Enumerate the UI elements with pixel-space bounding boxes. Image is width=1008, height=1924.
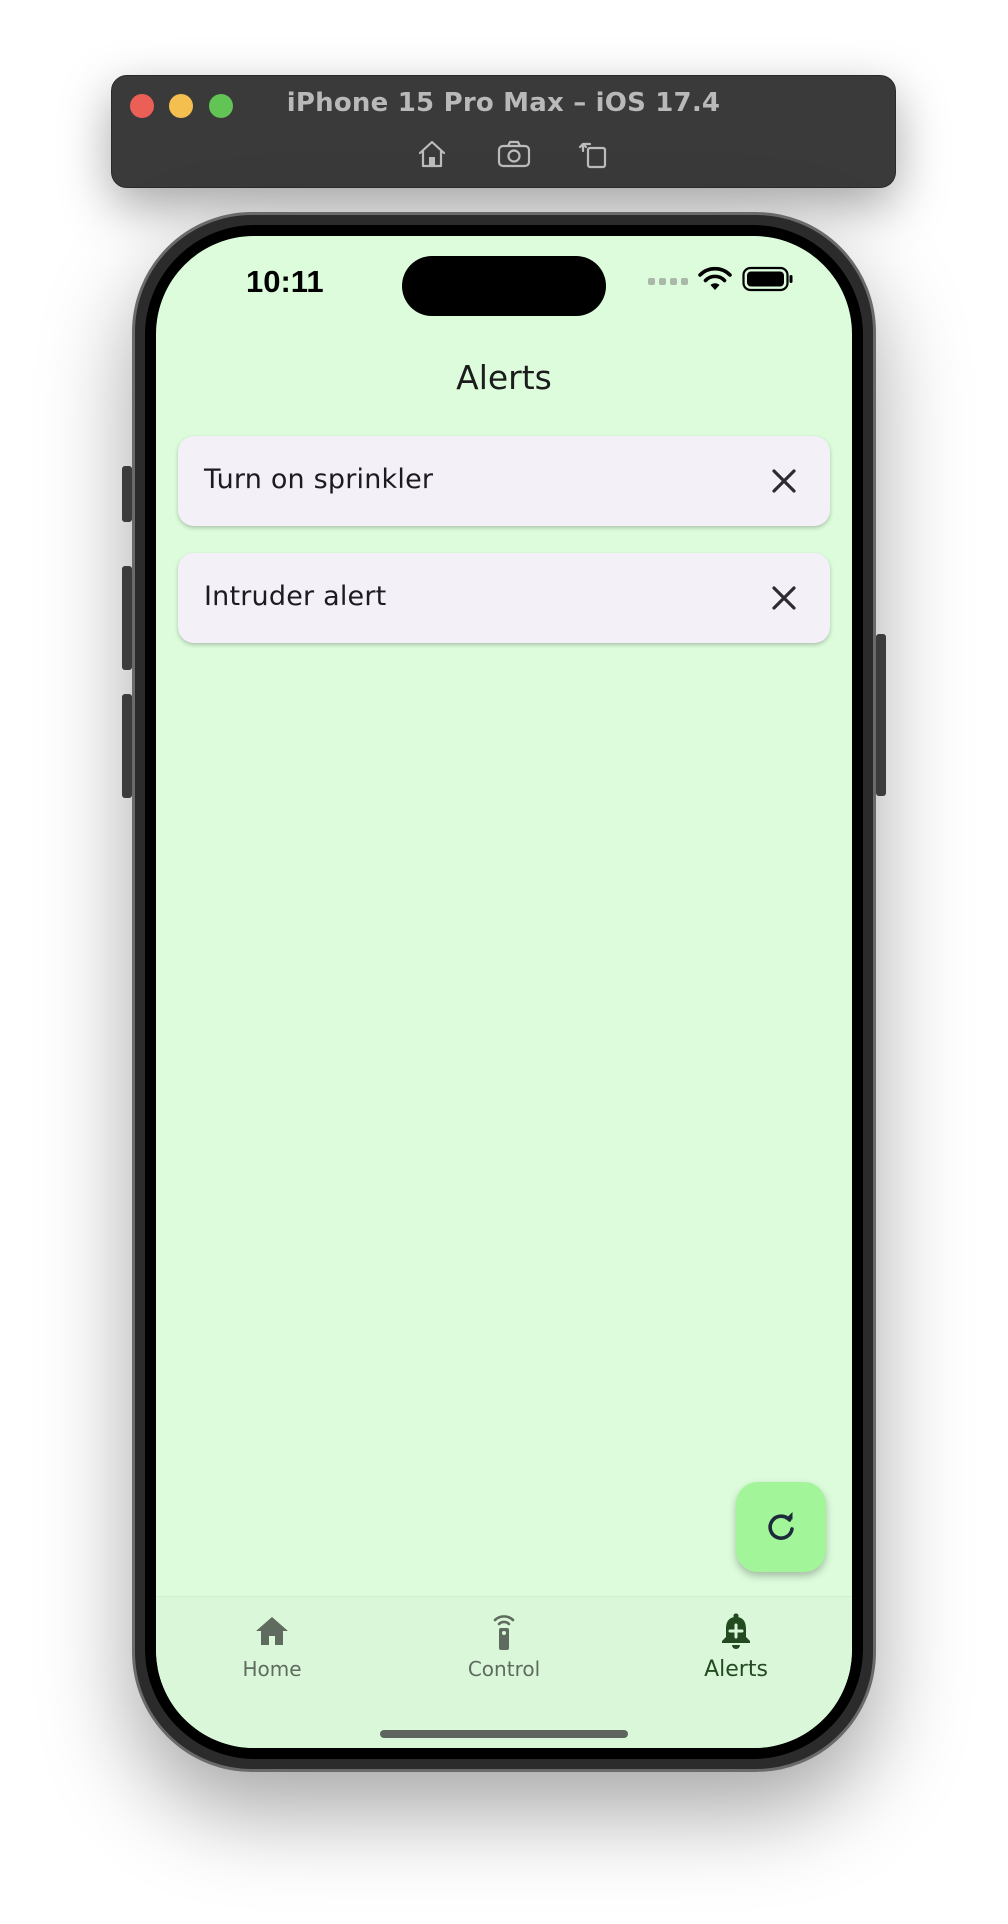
refresh-fab[interactable] <box>736 1482 826 1572</box>
device-screen: 10:11 Alerts Turn on sprinkler Intruder … <box>156 236 852 1748</box>
battery-icon <box>742 266 794 297</box>
alert-label: Intruder alert <box>204 581 387 612</box>
dismiss-alert-button[interactable] <box>766 463 802 499</box>
nav-item-control[interactable]: Control <box>424 1611 584 1695</box>
alert-card[interactable]: Turn on sprinkler <box>178 436 830 526</box>
status-time: 10:11 <box>246 264 324 299</box>
nav-item-alerts[interactable]: Alerts <box>656 1611 816 1695</box>
simulator-home-button[interactable] <box>412 134 452 174</box>
page-title: Alerts <box>456 358 552 397</box>
simulator-title: iPhone 15 Pro Max – iOS 17.4 <box>286 88 721 118</box>
refresh-icon <box>768 1512 794 1540</box>
nav-item-home[interactable]: Home <box>192 1611 352 1695</box>
simulator-toolbar <box>112 134 895 174</box>
simulator-rotate-button[interactable] <box>574 134 614 174</box>
dismiss-alert-button[interactable] <box>766 580 802 616</box>
home-indicator[interactable] <box>380 1730 628 1738</box>
alerts-list: Turn on sprinkler Intruder alert <box>178 436 830 670</box>
notification-add-icon <box>716 1611 756 1651</box>
remote-control-icon <box>484 1611 524 1651</box>
screenshot-camera-icon <box>497 140 531 168</box>
action-button <box>122 466 132 522</box>
simulator-window: iPhone 15 Pro Max – iOS 17.4 10:11 Alert… <box>0 0 1008 1924</box>
close-icon <box>772 469 796 493</box>
rotate-icon <box>578 142 607 169</box>
volume-down-button <box>122 694 132 798</box>
home-icon <box>252 1611 292 1651</box>
side-power-button <box>876 634 886 796</box>
alert-card[interactable]: Intruder alert <box>178 553 830 643</box>
status-icons <box>648 266 794 296</box>
volume-up-button <box>122 566 132 670</box>
wifi-icon <box>698 266 732 297</box>
nav-label: Home <box>242 1657 302 1681</box>
signal-dots-icon <box>648 277 688 285</box>
nav-label: Alerts <box>704 1657 768 1682</box>
home-icon <box>418 140 446 168</box>
simulator-title-bar: iPhone 15 Pro Max – iOS 17.4 <box>111 75 896 188</box>
alert-label: Turn on sprinkler <box>204 464 434 495</box>
nav-label: Control <box>467 1657 541 1681</box>
close-icon <box>772 586 796 610</box>
dynamic-island <box>402 256 606 316</box>
bottom-navigation: Home Control Alerts <box>156 1596 852 1748</box>
simulator-screenshot-button[interactable] <box>494 134 534 174</box>
